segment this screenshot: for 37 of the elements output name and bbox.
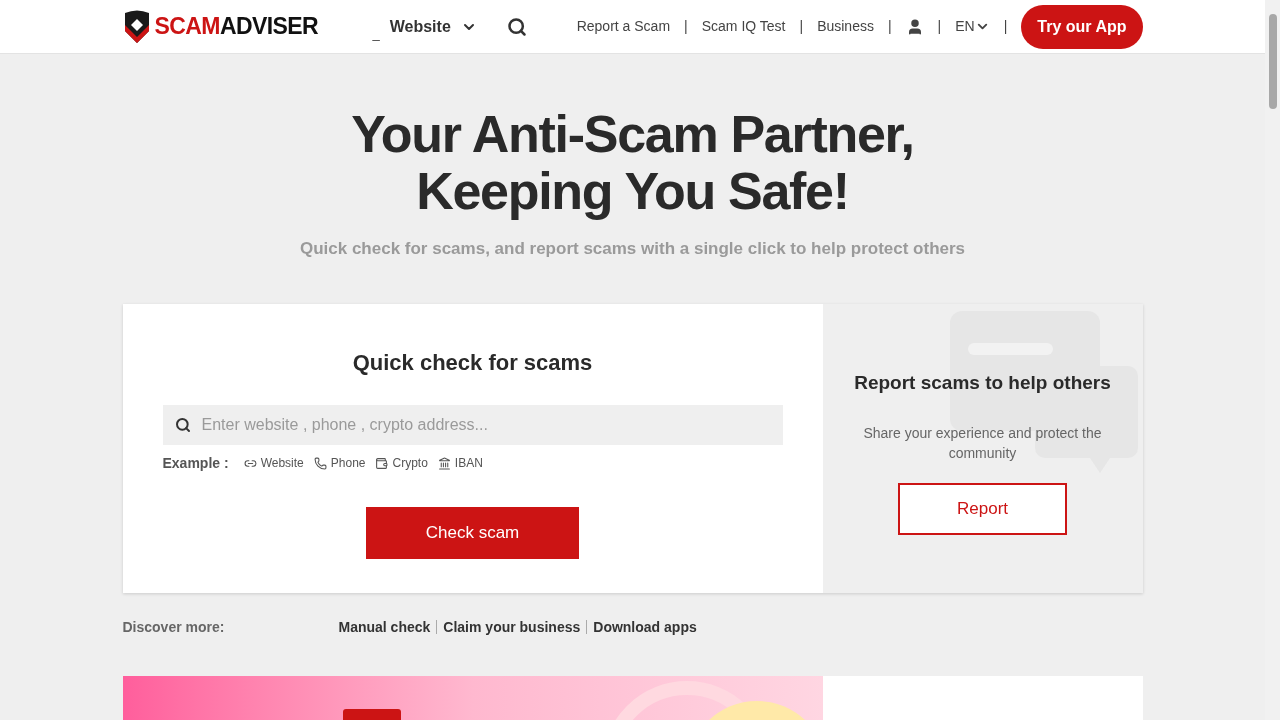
separator-text: | (684, 17, 688, 36)
example-text: Phone (330, 455, 366, 472)
search-field[interactable]: Enter website , phone , crypto address... (162, 404, 783, 445)
separator-text: | (937, 17, 942, 36)
check-scam-button[interactable]: Check scam (366, 506, 579, 559)
example-text: Website (260, 455, 304, 472)
discover-link[interactable]: Manual check (338, 616, 431, 638)
logo[interactable]: SCAMADVISER (122, 8, 323, 45)
report-text: Share your experience and protect the community (862, 424, 1103, 463)
nav-link[interactable]: Report a Scam (576, 16, 671, 37)
discover-link[interactable]: Download apps (593, 616, 697, 638)
search-icon (174, 416, 191, 433)
search-icon[interactable] (506, 16, 527, 37)
separator-text: | (1003, 17, 1008, 36)
language-dropdown[interactable]: EN (955, 16, 990, 37)
wallet-icon (375, 456, 389, 470)
logo-text: SCAMADVISER (154, 12, 319, 42)
nav-link[interactable]: Scam IQ Test (701, 16, 786, 37)
nav-link[interactable]: Business (817, 16, 874, 37)
try-app-button[interactable]: Try our App (1021, 4, 1143, 49)
example-text: IBAN (454, 455, 483, 472)
report-title: Report scams to help others (854, 370, 1111, 395)
bank-icon (437, 456, 451, 470)
example-label: Example : (162, 453, 229, 473)
hero-title: Your Anti-Scam Partner, Keeping You Safe! (351, 106, 914, 220)
separator-text: | (887, 17, 892, 36)
example-text: Crypto (392, 455, 428, 472)
underscore-text: _ (372, 24, 380, 43)
website-dropdown[interactable]: Website (389, 14, 477, 39)
discover-link[interactable]: Claim your business (443, 616, 581, 638)
phone-icon (313, 456, 327, 470)
shield-logo-icon (122, 8, 151, 45)
hero-subtitle: Quick check for scams, and report scams with a single click to help protect others (299, 238, 966, 260)
report-button[interactable]: Report (898, 483, 1067, 535)
discover-label: Discover more: (122, 617, 226, 637)
separator-text: | (799, 17, 804, 36)
quick-check-title: Quick check for scams (352, 348, 593, 377)
